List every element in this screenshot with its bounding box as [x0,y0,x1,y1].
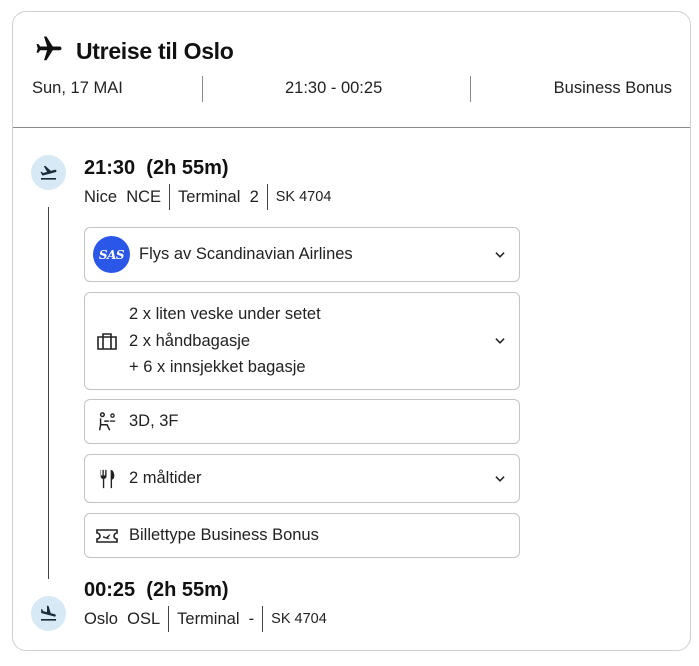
seat-numbers: 3D, 3F [129,412,179,431]
chevron-down-icon[interactable] [493,334,507,348]
airline-label: Flys av Scandinavian Airlines [139,245,353,264]
departure-terminal: Terminal 2 [169,184,267,210]
departure-time: 21:30 [84,157,136,179]
arrival-time: 00:25 [84,579,136,601]
divider [202,76,203,102]
seat-icon [94,409,120,435]
arrival-terminal: Terminal - [168,606,262,632]
page-title: Utreise til Oslo [76,38,234,64]
departure-time-row: 21:30 (2h 55m) [84,157,229,180]
airplane-icon [34,34,64,69]
baggage-under-seat: 2 x liten veske under setet [129,305,321,324]
seats-row: 3D, 3F [84,399,520,444]
fare-type: Business Bonus [553,79,672,97]
travel-date: Sun, 17 MAI [32,79,123,97]
chevron-down-icon[interactable] [493,472,507,486]
baggage-lines: 2 x liten veske under setet 2 x håndbaga… [129,301,321,381]
arrival-time-row: 00:25 (2h 55m) [84,579,229,602]
arrival-airport: Oslo OSL [84,606,168,632]
departure-flight-number: SK 4704 [266,184,340,210]
landing-icon [31,596,66,631]
departure-airport: Nice NCE [84,184,169,210]
timeline-line [48,207,49,579]
terminal-label: Terminal [178,188,241,206]
airline-info-accordion[interactable]: SAS Flys av Scandinavian Airlines [84,227,520,282]
arrival-meta: Oslo OSL Terminal - SK 4704 [84,606,335,632]
baggage-accordion[interactable]: 2 x liten veske under setet 2 x håndbaga… [84,292,520,390]
arrival-code: OSL [127,610,161,628]
departure-code: NCE [126,188,162,206]
trip-summary-row: Sun, 17 MAI 21:30 - 00:25 Business Bonus [13,76,690,102]
itinerary-card: Utreise til Oslo Sun, 17 MAI 21:30 - 00:… [12,11,691,651]
luggage-icon [94,328,120,354]
time-range: 21:30 - 00:25 [285,79,383,97]
ticket-icon [94,523,120,549]
card-header: Utreise til Oslo Sun, 17 MAI 21:30 - 00:… [13,12,690,128]
departure-meta: Nice NCE Terminal 2 SK 4704 [84,184,339,210]
cutlery-icon [94,466,120,492]
divider [470,76,471,102]
title-row: Utreise til Oslo [34,34,234,69]
departure-city: Nice [84,188,118,206]
sas-logo: SAS [93,236,130,273]
meals-accordion[interactable]: 2 måltider [84,454,520,503]
takeoff-icon [31,155,66,190]
terminal-label: Terminal [177,610,240,628]
ticket-type-row: Billettype Business Bonus [84,513,520,558]
chevron-down-icon[interactable] [493,248,507,262]
meals-label: 2 måltider [129,469,202,488]
departure-duration: (2h 55m) [146,157,229,179]
arrival-duration: (2h 55m) [146,579,229,601]
baggage-checked: + 6 x innsjekket bagasje [129,358,306,377]
arrival-city: Oslo [84,610,118,628]
arrival-flight-number: SK 4704 [262,606,335,632]
ticket-type-label: Billettype Business Bonus [129,526,319,545]
baggage-cabin: 2 x håndbagasje [129,331,251,350]
terminal-value: 2 [249,188,259,206]
terminal-value: - [248,610,255,628]
